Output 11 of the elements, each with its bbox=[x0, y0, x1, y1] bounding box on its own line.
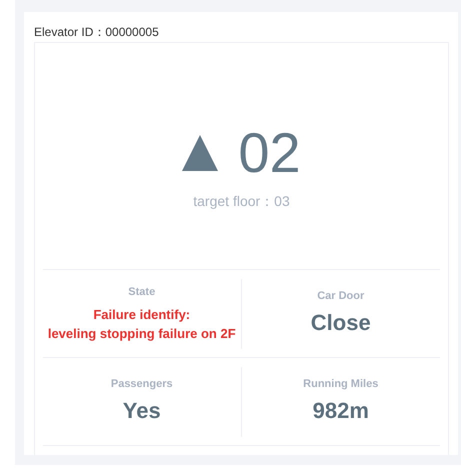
stat-value: Yes bbox=[122, 397, 161, 426]
elevator-id: Elevator ID：00000005 bbox=[34, 24, 160, 41]
target-floor: target floor：03 bbox=[193, 192, 290, 211]
stat-value: Close bbox=[310, 309, 371, 338]
alert-message: Failure identify: leveling stopping failure on 2F bbox=[48, 306, 236, 343]
stat-label: Car Door bbox=[317, 288, 364, 304]
stat-label: Running Miles bbox=[303, 376, 378, 392]
current-floor: 02 bbox=[238, 124, 301, 180]
stat-label: Passengers bbox=[110, 376, 173, 392]
stat-value: 982m bbox=[312, 397, 369, 426]
stat-label: State bbox=[128, 285, 156, 300]
